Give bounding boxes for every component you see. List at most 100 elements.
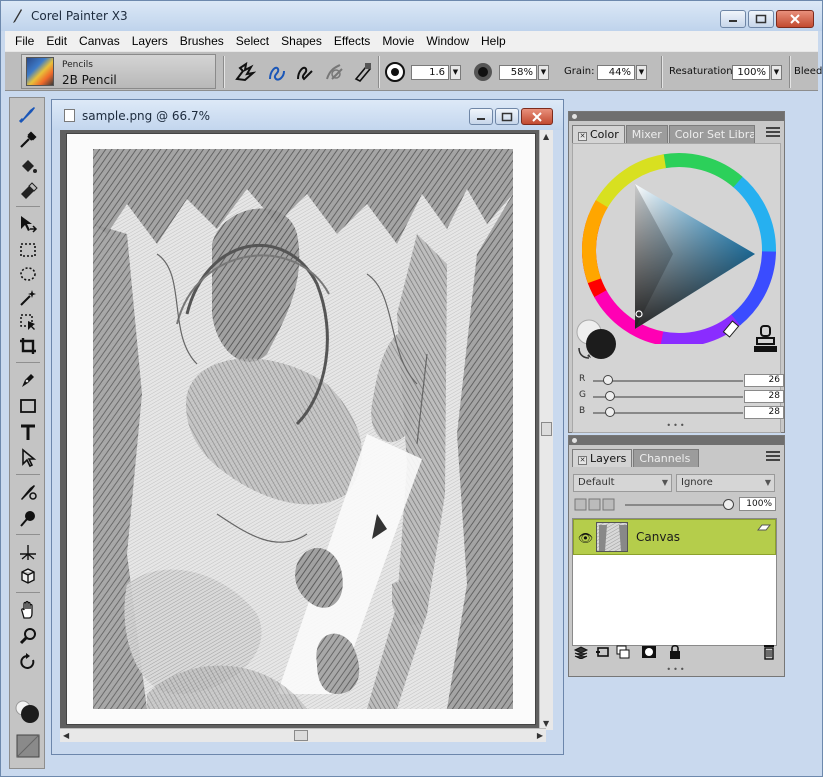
panel-grip[interactable] [569, 112, 784, 121]
panel-resize-handle[interactable]: ••• [666, 421, 686, 430]
crop-tool[interactable] [14, 334, 42, 358]
duplicate-layer-icon[interactable] [615, 644, 631, 660]
reset-tool-icon[interactable] [233, 60, 257, 84]
menu-canvas[interactable]: Canvas [73, 34, 126, 48]
blue-value-field[interactable]: 28 [744, 406, 784, 419]
red-slider[interactable]: R 26 [579, 374, 784, 388]
color-wheel[interactable] [573, 144, 782, 344]
magnifier-tool[interactable] [14, 624, 42, 648]
opacity-slider-track[interactable] [625, 504, 729, 506]
green-slider-knob[interactable] [604, 391, 615, 401]
blue-slider-knob[interactable] [604, 407, 615, 417]
lock-layer-icon[interactable] [667, 644, 683, 660]
vertical-scroll-thumb[interactable] [541, 422, 552, 436]
grain-dropdown[interactable]: ▼ [636, 65, 647, 80]
tab-layers[interactable]: ✕ Layers [572, 449, 633, 467]
size-dropdown[interactable]: ▼ [450, 65, 461, 80]
eraser-tool[interactable] [14, 178, 42, 202]
text-tool[interactable] [14, 420, 42, 444]
maximize-button[interactable] [748, 10, 774, 28]
size-field[interactable]: 1.6 [411, 65, 449, 80]
layer-link-icon[interactable] [595, 644, 611, 660]
stroke-straight-icon[interactable] [293, 60, 317, 84]
green-value-field[interactable]: 28 [744, 390, 784, 403]
tab-channels[interactable]: Channels [633, 449, 700, 467]
mirror-painting-tool[interactable] [14, 564, 42, 588]
panel-resize-handle[interactable]: ••• [666, 665, 686, 674]
menu-shapes[interactable]: Shapes [275, 34, 328, 48]
selection-adjuster-tool[interactable] [14, 310, 42, 334]
grain-field[interactable]: 44% [597, 65, 635, 80]
red-slider-knob[interactable] [603, 375, 613, 385]
blender-tool[interactable] [14, 506, 42, 530]
shape-selection-tool[interactable] [14, 446, 42, 470]
paint-bucket-tool[interactable] [14, 154, 42, 178]
brush-tool[interactable] [14, 102, 42, 126]
stamp-icon[interactable] [751, 324, 779, 356]
tab-mixer[interactable]: Mixer [625, 125, 668, 143]
composite-method-dropdown[interactable]: Default ▼ [573, 474, 672, 492]
scroll-right-arrow-icon[interactable]: ▶ [537, 731, 543, 740]
color-swatches[interactable] [575, 318, 619, 362]
dropper-tool[interactable] [14, 128, 42, 152]
delete-layer-icon[interactable] [761, 644, 777, 660]
menu-movie[interactable]: Movie [376, 34, 420, 48]
panel-grip[interactable] [569, 436, 784, 445]
menu-window[interactable]: Window [420, 34, 475, 48]
layer-stack-icon[interactable] [573, 644, 589, 660]
pen-tool[interactable] [14, 368, 42, 392]
drawing-canvas[interactable] [66, 133, 536, 725]
paper-selector[interactable] [14, 734, 42, 758]
horizontal-scroll-thumb[interactable] [294, 730, 308, 741]
oval-selection-tool[interactable] [14, 262, 42, 286]
tab-color[interactable]: ✕ Color [572, 125, 625, 143]
menu-select[interactable]: Select [230, 34, 275, 48]
panel-menu-icon[interactable] [766, 127, 780, 139]
horizontal-scrollbar[interactable]: ◀ ▶ [60, 728, 546, 742]
brush-selector[interactable]: Pencils 2B Pencil [21, 54, 216, 89]
opacity-slider-knob[interactable] [723, 499, 734, 510]
composite-depth-dropdown[interactable]: Ignore ▼ [676, 474, 775, 492]
menu-layers[interactable]: Layers [126, 34, 174, 48]
eye-visibility-icon[interactable]: 👁 [578, 531, 593, 545]
rotate-page-tool[interactable] [14, 650, 42, 674]
grabber-tool[interactable] [14, 598, 42, 622]
blue-slider[interactable]: B 28 [579, 406, 784, 420]
stroke-attributes-icon[interactable] [323, 60, 347, 84]
doc-close-button[interactable] [521, 108, 553, 125]
menu-edit[interactable]: Edit [40, 34, 73, 48]
magic-wand-tool[interactable] [14, 286, 42, 310]
scroll-down-arrow-icon[interactable]: ▼ [543, 719, 549, 728]
green-slider[interactable]: G 28 [579, 390, 784, 404]
layer-opacity-field[interactable]: 100% [739, 497, 776, 511]
scroll-left-arrow-icon[interactable]: ◀ [63, 731, 69, 740]
menu-effects[interactable]: Effects [328, 34, 376, 48]
close-tab-icon[interactable]: ✕ [578, 132, 587, 141]
perspective-guide-tool[interactable] [14, 540, 42, 564]
menu-help[interactable]: Help [475, 34, 512, 48]
doc-minimize-button[interactable] [469, 108, 493, 125]
menu-brushes[interactable]: Brushes [174, 34, 230, 48]
tab-color-set-libraries[interactable]: Color Set Librarie [668, 125, 755, 143]
rectangle-shape-tool[interactable] [14, 394, 42, 418]
opacity-field[interactable]: 58% [499, 65, 537, 80]
doc-maximize-button[interactable] [495, 108, 519, 125]
main-secondary-color[interactable] [14, 700, 42, 724]
minimize-button[interactable] [720, 10, 746, 28]
layer-mask-icon[interactable] [641, 644, 657, 660]
clone-tool[interactable] [14, 480, 42, 504]
opacity-dropdown[interactable]: ▼ [538, 65, 549, 80]
red-value-field[interactable]: 26 [744, 374, 784, 387]
close-button[interactable] [776, 10, 814, 28]
resaturation-field[interactable]: 100% [732, 65, 770, 80]
menu-file[interactable]: File [9, 34, 40, 48]
close-tab-icon[interactable]: ✕ [578, 456, 587, 465]
lock-transparency-icons[interactable] [574, 497, 622, 513]
vertical-scrollbar[interactable]: ▲ ▼ [539, 130, 553, 730]
stroke-freehand-icon[interactable] [265, 60, 289, 84]
layer-item-canvas[interactable]: 👁 Canvas [573, 519, 776, 555]
rectangular-selection-tool[interactable] [14, 238, 42, 262]
resaturation-dropdown[interactable]: ▼ [771, 65, 782, 80]
panel-menu-icon[interactable] [766, 451, 780, 463]
enhanced-brush-icon[interactable] [351, 60, 375, 84]
